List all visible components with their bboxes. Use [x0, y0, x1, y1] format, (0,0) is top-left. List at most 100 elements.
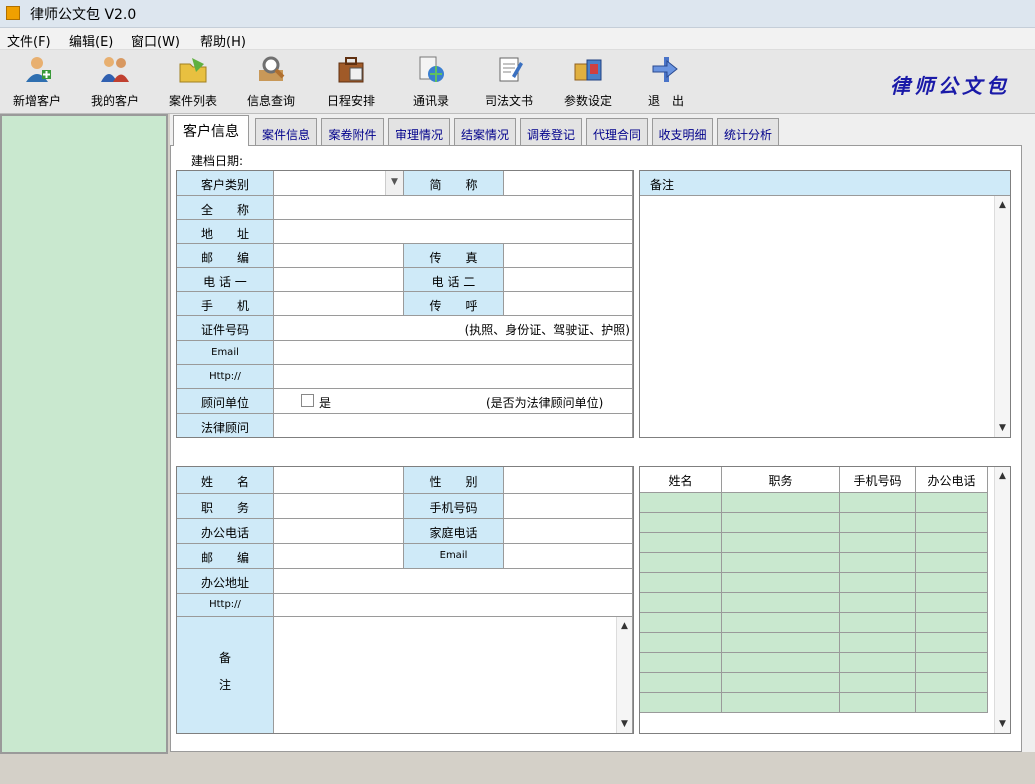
table-cell[interactable]	[640, 573, 722, 593]
contact-postcode-input[interactable]	[274, 544, 404, 569]
table-cell[interactable]	[640, 613, 722, 633]
table-cell[interactable]	[840, 553, 916, 573]
office-phone-input[interactable]	[274, 519, 404, 544]
chevron-down-icon[interactable]: ▼	[385, 171, 403, 195]
scroll-up-icon[interactable]: ▲	[999, 471, 1006, 481]
table-cell[interactable]	[840, 593, 916, 613]
address-book-button[interactable]: 通讯录	[396, 54, 466, 110]
table-cell[interactable]	[840, 513, 916, 533]
case-list-button[interactable]: 案件列表	[158, 54, 228, 110]
position-input[interactable]	[274, 494, 404, 519]
table-cell[interactable]	[916, 693, 988, 713]
id-number-input[interactable]: (执照、身份证、驾驶证、护照)	[274, 316, 633, 341]
tab-case-closing[interactable]: 结案情况	[454, 118, 516, 146]
contact-mobile-input[interactable]	[504, 494, 633, 519]
fax-input[interactable]	[504, 244, 633, 268]
table-cell[interactable]	[916, 593, 988, 613]
table-cell[interactable]	[722, 673, 840, 693]
pager-input[interactable]	[504, 292, 633, 316]
table-cell[interactable]	[840, 633, 916, 653]
table-cell[interactable]	[722, 493, 840, 513]
scroll-up-icon[interactable]: ▲	[621, 621, 628, 631]
schedule-button[interactable]: 日程安排	[316, 54, 386, 110]
table-cell[interactable]	[722, 653, 840, 673]
column-header-mobile[interactable]: 手机号码	[840, 467, 916, 493]
judicial-document-button[interactable]: 司法文书	[474, 54, 544, 110]
table-cell[interactable]	[840, 653, 916, 673]
table-cell[interactable]	[840, 533, 916, 553]
table-cell[interactable]	[722, 573, 840, 593]
table-cell[interactable]	[640, 513, 722, 533]
contacts-table-scrollbar[interactable]: ▲ ▼	[994, 467, 1010, 733]
tab-income-expense[interactable]: 收支明细	[652, 118, 713, 146]
table-cell[interactable]	[840, 493, 916, 513]
phone2-input[interactable]	[504, 268, 633, 292]
contact-name-input[interactable]	[274, 467, 404, 494]
tab-agency-contract[interactable]: 代理合同	[586, 118, 648, 146]
email-input[interactable]	[274, 341, 633, 365]
settings-button[interactable]: 参数设定	[553, 54, 623, 110]
column-header-name[interactable]: 姓名	[640, 467, 722, 493]
table-cell[interactable]	[640, 693, 722, 713]
add-client-button[interactable]: 新增客户	[2, 54, 72, 110]
table-cell[interactable]	[840, 673, 916, 693]
contact-email-input[interactable]	[504, 544, 633, 569]
home-phone-input[interactable]	[504, 519, 633, 544]
table-cell[interactable]	[640, 633, 722, 653]
tab-client-info[interactable]: 客户信息	[173, 115, 249, 146]
scroll-down-icon[interactable]: ▼	[999, 719, 1006, 729]
table-cell[interactable]	[722, 593, 840, 613]
remarks-textarea[interactable]	[640, 196, 994, 437]
mobile-input[interactable]	[274, 292, 404, 316]
table-cell[interactable]	[916, 513, 988, 533]
info-query-button[interactable]: 信息查询	[236, 54, 306, 110]
table-cell[interactable]	[640, 593, 722, 613]
table-cell[interactable]	[840, 693, 916, 713]
contact-remarks-scrollbar[interactable]: ▲ ▼	[616, 617, 632, 733]
short-name-input[interactable]	[504, 171, 633, 196]
gender-input[interactable]	[504, 467, 633, 494]
table-cell[interactable]	[722, 613, 840, 633]
table-cell[interactable]	[916, 613, 988, 633]
tab-case-attachments[interactable]: 案卷附件	[321, 118, 384, 146]
phone1-input[interactable]	[274, 268, 404, 292]
remarks-scrollbar[interactable]: ▲ ▼	[994, 196, 1010, 437]
table-cell[interactable]	[916, 533, 988, 553]
tab-trial[interactable]: 审理情况	[388, 118, 450, 146]
advisor-unit-checkbox[interactable]	[301, 394, 314, 407]
table-cell[interactable]	[722, 633, 840, 653]
menu-file[interactable]: 文件(F)	[7, 31, 51, 50]
table-cell[interactable]	[840, 613, 916, 633]
contact-remarks-textarea[interactable]: ▲ ▼	[274, 617, 633, 733]
scroll-up-icon[interactable]: ▲	[999, 200, 1006, 210]
table-cell[interactable]	[640, 553, 722, 573]
table-cell[interactable]	[916, 493, 988, 513]
table-cell[interactable]	[916, 673, 988, 693]
column-header-position[interactable]: 职务	[722, 467, 840, 493]
table-cell[interactable]	[722, 513, 840, 533]
table-cell[interactable]	[916, 553, 988, 573]
menu-window[interactable]: 窗口(W)	[131, 31, 180, 50]
contact-http-input[interactable]	[274, 594, 633, 617]
table-cell[interactable]	[640, 493, 722, 513]
scroll-down-icon[interactable]: ▼	[621, 719, 628, 729]
menu-help[interactable]: 帮助(H)	[200, 31, 246, 50]
table-cell[interactable]	[840, 573, 916, 593]
tab-file-retrieval[interactable]: 调卷登记	[520, 118, 582, 146]
table-cell[interactable]	[640, 673, 722, 693]
table-cell[interactable]	[722, 693, 840, 713]
tab-statistics[interactable]: 统计分析	[717, 118, 779, 146]
column-header-office-phone[interactable]: 办公电话	[916, 467, 988, 493]
address-input[interactable]	[274, 220, 633, 244]
full-name-input[interactable]	[274, 196, 633, 220]
client-type-select[interactable]: ▼	[274, 171, 404, 196]
table-cell[interactable]	[916, 573, 988, 593]
table-cell[interactable]	[640, 653, 722, 673]
menu-edit[interactable]: 编辑(E)	[69, 31, 113, 50]
postcode-input[interactable]	[274, 244, 404, 268]
table-cell[interactable]	[722, 533, 840, 553]
legal-advisor-input[interactable]	[274, 414, 633, 437]
scroll-down-icon[interactable]: ▼	[999, 423, 1006, 433]
table-cell[interactable]	[640, 533, 722, 553]
exit-button[interactable]: 退 出	[631, 54, 701, 110]
